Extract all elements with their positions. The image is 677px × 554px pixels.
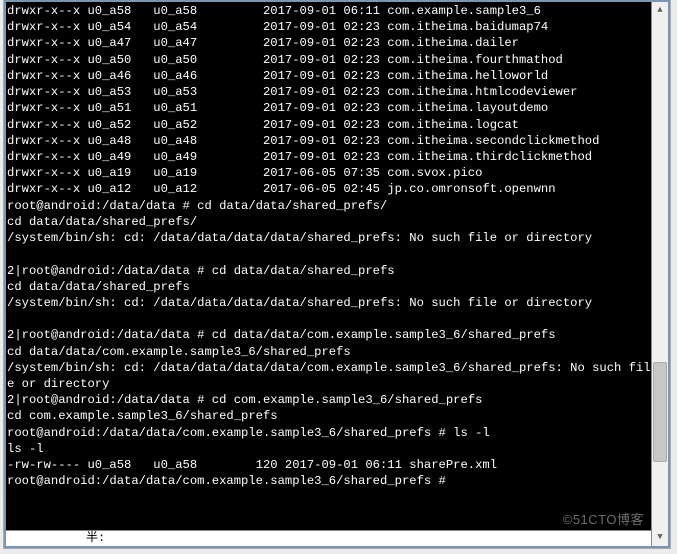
- window-frame: drwxr-x--x u0_a58 u0_a58 2017-09-01 06:1…: [4, 0, 670, 548]
- scroll-up-button[interactable]: ▲: [652, 2, 668, 19]
- terminal-viewport[interactable]: drwxr-x--x u0_a58 u0_a58 2017-09-01 06:1…: [6, 2, 668, 546]
- scroll-down-button[interactable]: ▼: [652, 529, 668, 546]
- ime-status-bar: 半:: [6, 530, 651, 546]
- vertical-scrollbar[interactable]: ▲ ▼: [651, 2, 668, 546]
- terminal-output: drwxr-x--x u0_a58 u0_a58 2017-09-01 06:1…: [6, 2, 668, 491]
- scrollbar-thumb[interactable]: [653, 362, 667, 462]
- watermark: ©51CTO博客: [563, 511, 644, 528]
